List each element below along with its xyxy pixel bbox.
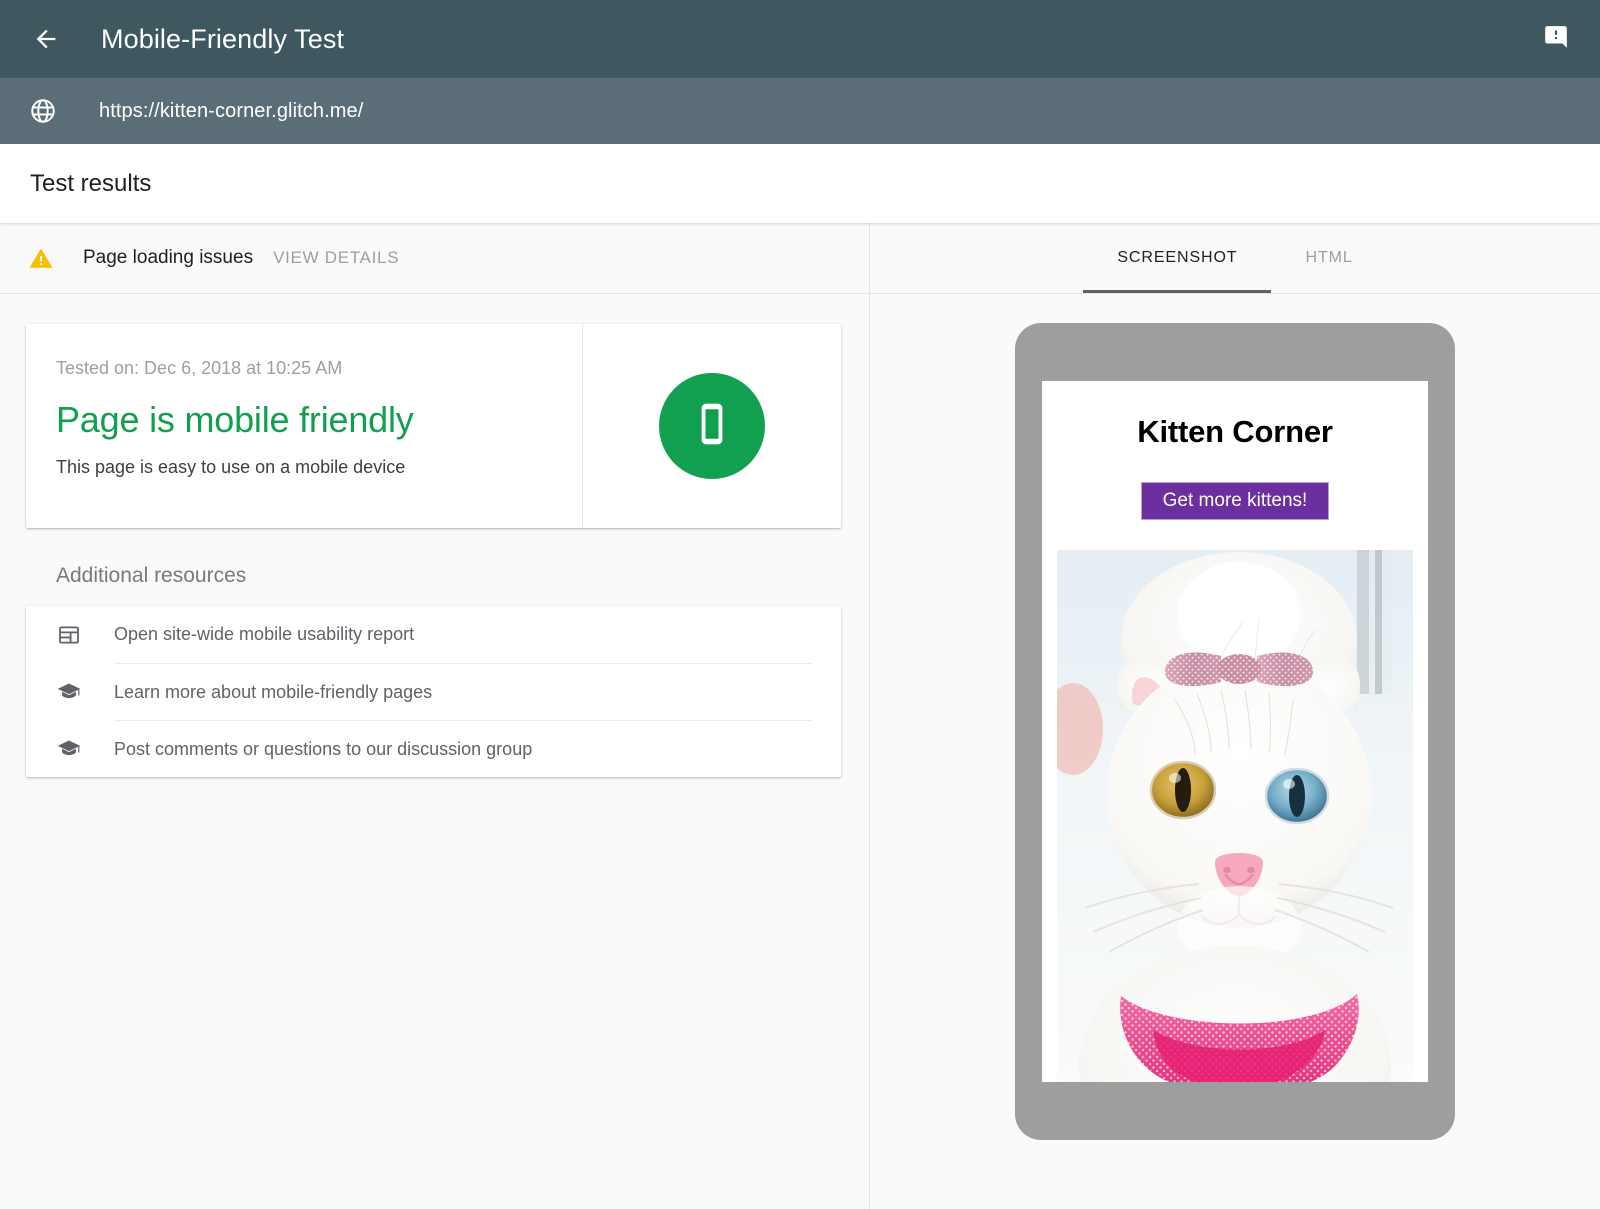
school-graduation-cap-icon bbox=[54, 736, 84, 762]
page-title: Mobile-Friendly Test bbox=[101, 24, 344, 55]
tab-html[interactable]: HTML bbox=[1271, 223, 1386, 293]
resource-label: Open site-wide mobile usability report bbox=[114, 606, 813, 663]
resource-label: Learn more about mobile-friendly pages bbox=[114, 663, 813, 720]
feedback-icon bbox=[1543, 24, 1569, 55]
additional-resources-title: Additional resources bbox=[56, 564, 841, 588]
summary-text-block: Tested on: Dec 6, 2018 at 10:25 AM Page … bbox=[26, 324, 583, 528]
additional-resources-card: Open site-wide mobile usability report L… bbox=[26, 606, 841, 777]
get-more-kittens-button[interactable]: Get more kittens! bbox=[1141, 482, 1330, 520]
school-graduation-cap-icon bbox=[54, 679, 84, 705]
page-loading-issues-bar: Page loading issues VIEW DETAILS bbox=[0, 223, 869, 294]
tested-on-label: Tested on: Dec 6, 2018 at 10:25 AM bbox=[56, 358, 552, 379]
phone-frame: Kitten Corner Get more kittens! bbox=[1015, 323, 1455, 1140]
resource-link-usability-report[interactable]: Open site-wide mobile usability report bbox=[26, 606, 841, 663]
status-badge bbox=[659, 373, 765, 479]
verdict-headline: Page is mobile friendly bbox=[56, 399, 552, 441]
results-pane: Page loading issues VIEW DETAILS Tested … bbox=[0, 223, 870, 1209]
summary-card: Tested on: Dec 6, 2018 at 10:25 AM Page … bbox=[26, 324, 841, 528]
results-header: Test results bbox=[0, 144, 1600, 223]
url-input-bar[interactable]: https://kitten-corner.glitch.me/ bbox=[0, 78, 1600, 144]
dashboard-report-icon bbox=[54, 623, 84, 647]
tab-screenshot[interactable]: SCREENSHOT bbox=[1083, 223, 1271, 293]
resource-link-discussion-group[interactable]: Post comments or questions to our discus… bbox=[26, 720, 841, 777]
warning-triangle-icon bbox=[28, 245, 54, 271]
app-header-bar: Mobile-Friendly Test bbox=[0, 0, 1600, 78]
kitten-corner-heading: Kitten Corner bbox=[1137, 414, 1332, 450]
page-loading-issues-label: Page loading issues bbox=[83, 247, 253, 269]
phone-screen: Kitten Corner Get more kittens! bbox=[1042, 381, 1428, 1082]
content-split: Page loading issues VIEW DETAILS Tested … bbox=[0, 223, 1600, 1209]
feedback-button[interactable] bbox=[1534, 17, 1578, 61]
resource-label: Post comments or questions to our discus… bbox=[114, 720, 813, 777]
arrow-back-icon bbox=[32, 25, 60, 53]
phone-preview-area: Kitten Corner Get more kittens! bbox=[1015, 294, 1455, 1209]
kitten-photo bbox=[1057, 550, 1413, 1082]
mobile-phone-icon bbox=[686, 398, 738, 455]
summary-status-block bbox=[583, 324, 841, 528]
preview-pane: SCREENSHOT HTML Kitten Corner Get more k… bbox=[870, 223, 1600, 1209]
resource-link-learn-more[interactable]: Learn more about mobile-friendly pages bbox=[26, 663, 841, 720]
verdict-subtext: This page is easy to use on a mobile dev… bbox=[56, 457, 552, 478]
globe-icon bbox=[24, 92, 62, 130]
preview-tabs: SCREENSHOT HTML bbox=[870, 223, 1600, 294]
url-text[interactable]: https://kitten-corner.glitch.me/ bbox=[99, 100, 363, 123]
back-button[interactable] bbox=[22, 15, 70, 63]
view-details-link[interactable]: VIEW DETAILS bbox=[273, 248, 399, 268]
results-title: Test results bbox=[30, 170, 151, 198]
results-content: Tested on: Dec 6, 2018 at 10:25 AM Page … bbox=[0, 294, 869, 777]
